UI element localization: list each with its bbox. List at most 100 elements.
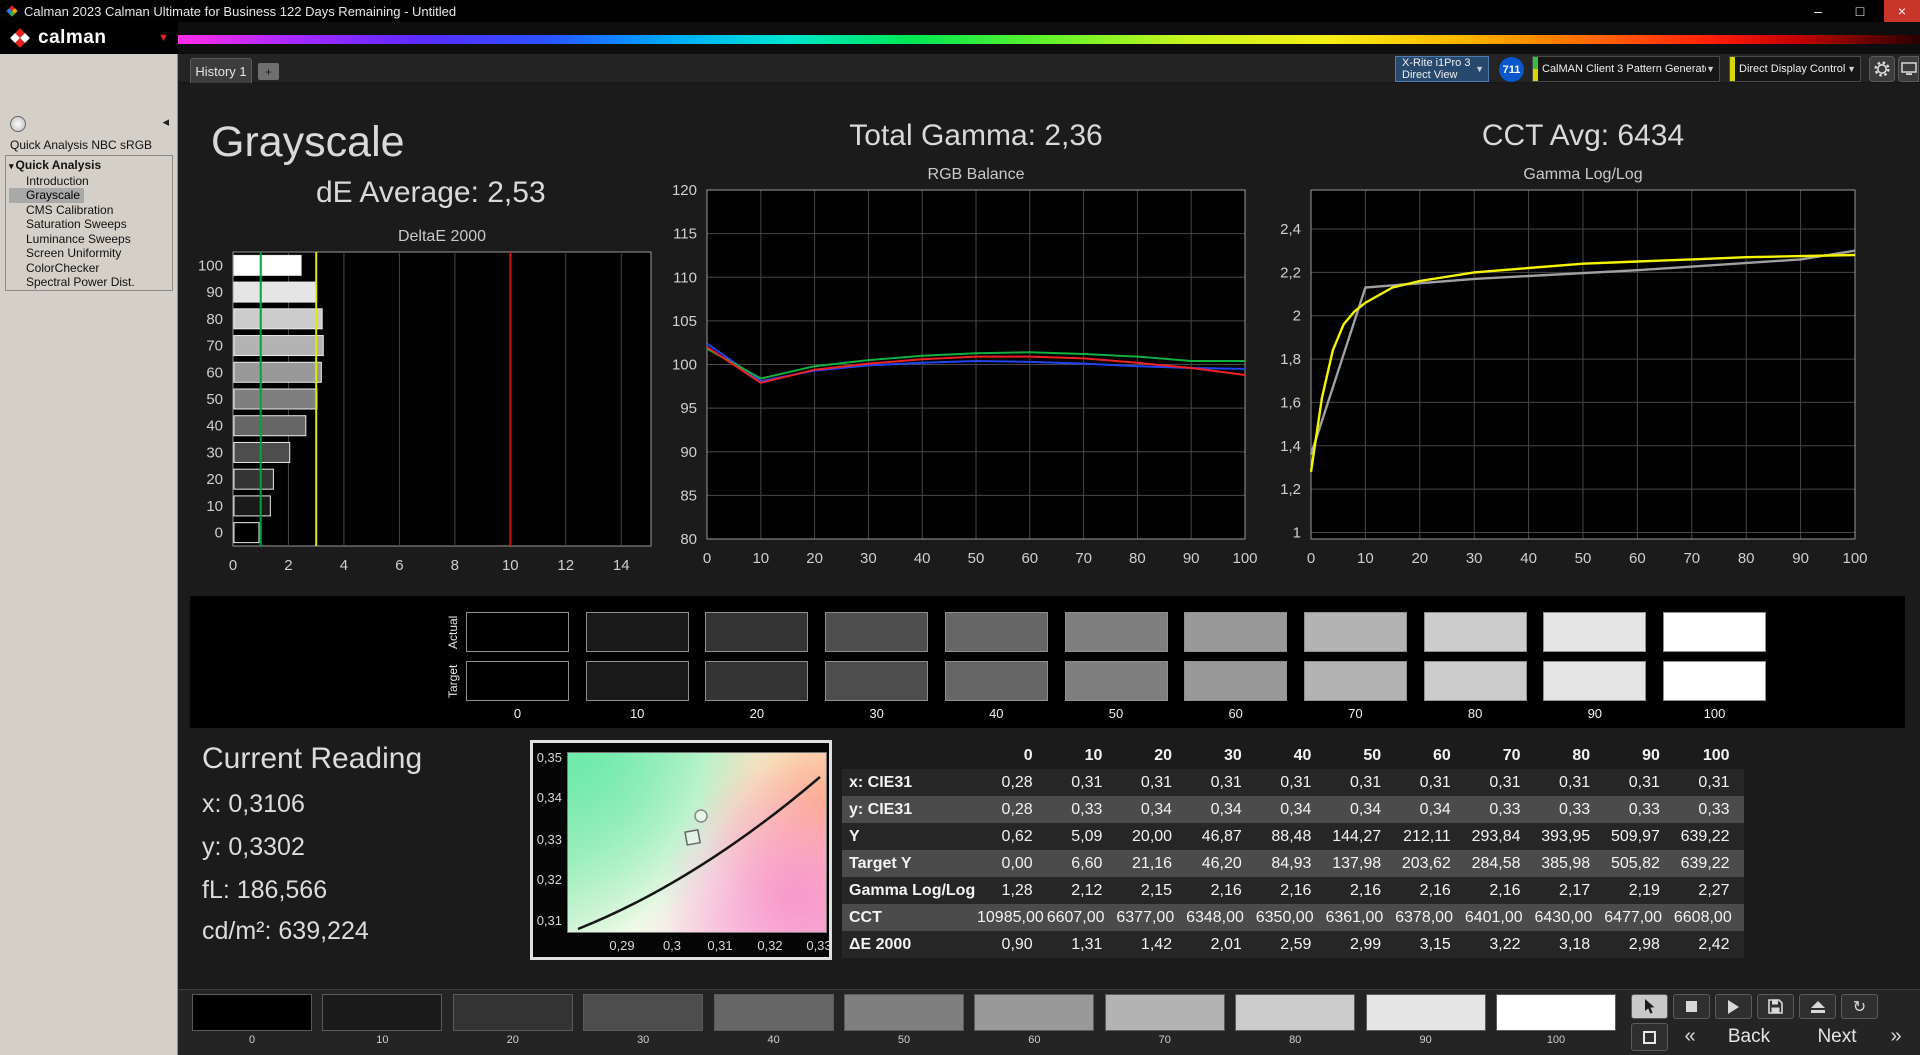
sidebar-item-saturation-sweeps[interactable]: Saturation Sweeps xyxy=(9,217,172,232)
table-header-cell: 40 xyxy=(1256,742,1326,769)
x-axis-tick: 6 xyxy=(395,557,403,574)
pattern-patch-10[interactable]: 10 xyxy=(322,990,442,1052)
gamma-chart: 2,42,221,81,61,41,2101020304050607080901… xyxy=(1263,186,1863,567)
table-header-cell: 60 xyxy=(1395,742,1465,769)
swatch-level-label-0: 0 xyxy=(466,706,569,721)
swatch-level-label-100: 100 xyxy=(1663,706,1766,721)
table-row-e-2000: ΔE 20000,901,311,422,012,592,993,153,223… xyxy=(842,931,1744,958)
rainbow-zone xyxy=(178,22,1920,54)
deltae-chart: 024681012141009080706050403020100 xyxy=(185,246,659,576)
pattern-patch-90[interactable]: 90 xyxy=(1366,990,1486,1052)
refresh-button[interactable]: ↻ xyxy=(1841,994,1878,1019)
sidebar-item-spectral-power-dist[interactable]: Spectral Power Dist. xyxy=(9,275,172,290)
back-button[interactable]: Back xyxy=(1709,1023,1789,1051)
target-swatch-80 xyxy=(1424,661,1527,701)
pattern-patch-0[interactable]: 0 xyxy=(192,990,312,1052)
patch-label: 90 xyxy=(1366,1034,1486,1046)
y-axis-tick: 0 xyxy=(215,525,223,542)
stop-button[interactable] xyxy=(1673,994,1710,1019)
display-control-dropdown[interactable]: Direct Display Control ▼ xyxy=(1729,56,1861,82)
calman-logo[interactable]: calman ▼ xyxy=(0,22,178,54)
pattern-bar: 0 1020 30 40 50 607080 90 100 ↻ « Back Next » xyxy=(178,989,1920,1055)
table-cell: 84,93 xyxy=(1256,850,1326,877)
tree-root-quick-analysis[interactable]: ▾Quick Analysis xyxy=(9,158,172,174)
pattern-patch-80[interactable]: 80 xyxy=(1235,990,1355,1052)
patch-label: 0 xyxy=(192,1034,312,1046)
add-tab-button[interactable]: + xyxy=(258,63,279,80)
meter-dropdown[interactable]: X-Rite i1Pro 3 Direct View ▼ xyxy=(1395,56,1489,82)
target-swatch-100 xyxy=(1663,661,1766,701)
close-button[interactable]: × xyxy=(1884,0,1920,22)
sidebar-item-colorchecker[interactable]: ColorChecker xyxy=(9,261,172,276)
actual-swatch-40 xyxy=(945,612,1048,652)
pattern-patch-40[interactable]: 40 xyxy=(714,990,834,1052)
delta-e-bar-20 xyxy=(234,469,273,489)
actual-swatch-0 xyxy=(466,612,569,652)
pattern-patch-100[interactable]: 100 xyxy=(1496,990,1616,1052)
pattern-generator-dropdown[interactable]: CalMAN Client 3 Pattern Generator ▼ xyxy=(1532,56,1720,82)
cie-x-tick: 0,29 xyxy=(602,938,642,953)
calman-app-icon xyxy=(6,5,18,17)
x-axis-tick: 90 xyxy=(1792,550,1809,567)
table-cell: 0,31 xyxy=(1186,769,1256,796)
table-cell: 0,34 xyxy=(1395,796,1465,823)
table-cell: 6,60 xyxy=(1047,850,1117,877)
table-cell: 2,12 xyxy=(1047,877,1117,904)
x-axis-tick: 30 xyxy=(860,550,877,567)
pointer-tool-button[interactable] xyxy=(1631,994,1668,1019)
play-button[interactable] xyxy=(1715,994,1752,1019)
table-cell: 6607,00 xyxy=(1047,904,1117,931)
eject-button[interactable] xyxy=(1799,994,1836,1019)
maximize-button[interactable]: □ xyxy=(1842,0,1878,22)
logo-dropdown-arrow-icon[interactable]: ▼ xyxy=(158,32,169,44)
collapse-sidebar-icon[interactable]: ◂ xyxy=(162,114,169,130)
stop-pattern-button[interactable] xyxy=(1631,1023,1668,1051)
reading-x: x: 0,3106 xyxy=(202,790,305,819)
actual-swatch-90 xyxy=(1543,612,1646,652)
pattern-patch-20[interactable]: 20 xyxy=(453,990,573,1052)
pattern-patch-30[interactable]: 30 xyxy=(583,990,703,1052)
patch-label: 30 xyxy=(583,1034,703,1046)
x-axis-tick: 50 xyxy=(968,550,985,567)
minimize-button[interactable]: – xyxy=(1800,0,1836,22)
patch-label: 100 xyxy=(1496,1034,1616,1046)
back-chevrons-icon[interactable]: « xyxy=(1675,1023,1705,1051)
table-header-cell: 50 xyxy=(1325,742,1395,769)
save-button[interactable] xyxy=(1757,994,1794,1019)
table-cell: 6377,00 xyxy=(1116,904,1186,931)
sidebar-item-introduction[interactable]: Introduction xyxy=(9,174,172,189)
patch-label: 50 xyxy=(844,1034,964,1046)
sidebar-item-screen-uniformity[interactable]: Screen Uniformity xyxy=(9,246,172,261)
x-axis-tick: 90 xyxy=(1183,550,1200,567)
pattern-patch-60[interactable]: 60 xyxy=(974,990,1094,1052)
sidebar-item-luminance-sweeps[interactable]: Luminance Sweeps xyxy=(9,232,172,247)
y-axis-tick: 2,4 xyxy=(1280,221,1301,238)
display-button[interactable] xyxy=(1898,56,1919,82)
table-cell: 2,42 xyxy=(1674,931,1744,958)
x-axis-tick: 70 xyxy=(1075,550,1092,567)
y-axis-tick: 10 xyxy=(206,498,223,515)
table-cell: 0,31 xyxy=(1116,769,1186,796)
sidebar-item-cms-calibration[interactable]: CMS Calibration xyxy=(9,203,172,218)
layout-tree: ▾Quick Analysis IntroductionGrayscaleCMS… xyxy=(5,155,173,291)
sidebar-toggle-button[interactable] xyxy=(10,116,26,132)
pattern-patch-70[interactable]: 70 xyxy=(1105,990,1225,1052)
patch-swatch xyxy=(714,994,834,1031)
settings-button[interactable] xyxy=(1869,56,1895,82)
cie-diagram xyxy=(567,752,827,933)
transport-controls: ↻ « Back Next » xyxy=(1631,990,1916,1055)
sidebar-item-grayscale[interactable]: Grayscale xyxy=(9,188,84,203)
actual-swatch-80 xyxy=(1424,612,1527,652)
cct-average-heading: CCT Avg: 6434 xyxy=(1433,119,1733,153)
pattern-generator-label: CalMAN Client 3 Pattern Generator xyxy=(1538,63,1706,75)
table-row-cct: CCT10985,006607,006377,006348,006350,006… xyxy=(842,904,1744,931)
monitor-icon xyxy=(1901,62,1917,76)
pattern-patch-50[interactable]: 50 xyxy=(844,990,964,1052)
next-button[interactable]: Next xyxy=(1797,1023,1877,1051)
table-cell: 6348,00 xyxy=(1186,904,1256,931)
tab-history-1[interactable]: History 1 xyxy=(190,58,252,83)
delta-e-bar-30 xyxy=(234,442,290,462)
next-chevrons-icon[interactable]: » xyxy=(1881,1023,1911,1051)
y-axis-tick: 1,4 xyxy=(1280,438,1301,455)
meter-mode: Direct View xyxy=(1402,69,1470,81)
